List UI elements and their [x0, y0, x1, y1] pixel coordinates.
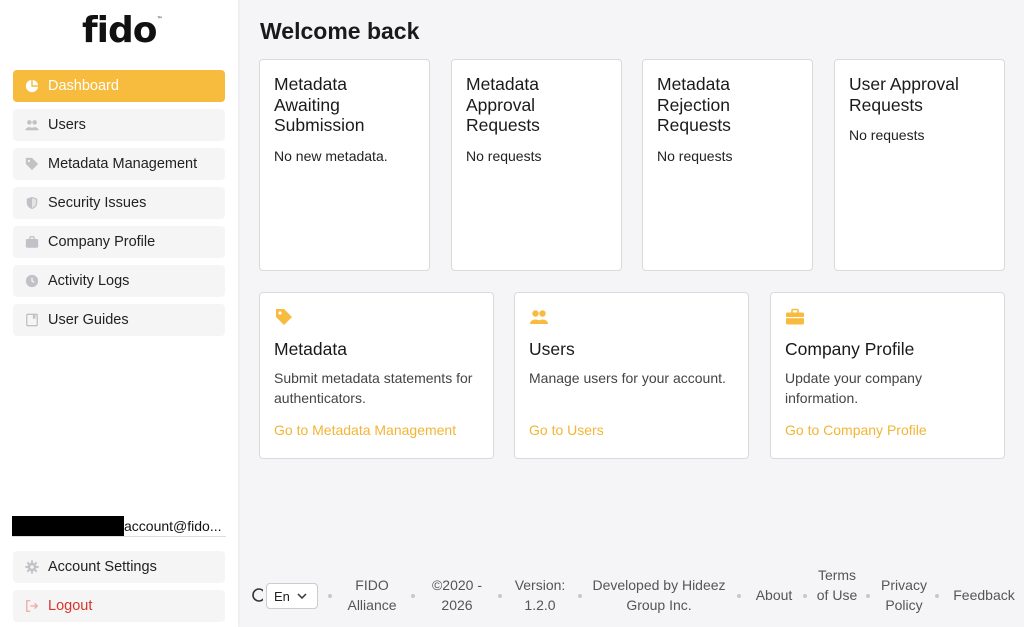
- card-status: No requests: [466, 147, 542, 164]
- user-email: account@fido...: [124, 517, 222, 534]
- page-title: Welcome back: [260, 18, 420, 44]
- sidebar-item-security-issues[interactable]: Security Issues: [13, 187, 225, 219]
- clock-icon: [24, 273, 40, 289]
- sidebar-item-label: Metadata Management: [48, 156, 198, 172]
- card-description: Manage users for your account.: [529, 370, 726, 386]
- users-feature-card: Users Manage users for your account. Go …: [514, 292, 749, 459]
- tag-icon: [24, 156, 40, 172]
- go-to-metadata-management-link[interactable]: Go to Metadata Management: [274, 422, 479, 438]
- privacy-policy-link[interactable]: Privacy Policy: [876, 575, 932, 615]
- logout-icon: [24, 598, 40, 614]
- developer-text: Developed by Hideez Group Inc.: [592, 577, 726, 613]
- card-description: Submit metadata statements for authentic…: [274, 370, 473, 406]
- card-title: Metadata Rejection Requests: [657, 74, 731, 135]
- separator-dot: [411, 594, 415, 598]
- separator-dot: [578, 594, 582, 598]
- user-account-row: account@fido...: [12, 515, 226, 537]
- card-description: Update your company information.: [785, 370, 922, 406]
- sidebar-item-label: User Guides: [48, 312, 129, 328]
- footer: En FIDO Alliance ©2020 - 2026 Version: 1…: [238, 565, 1024, 627]
- card-title: Metadata Awaiting Submission: [274, 74, 365, 135]
- card-title: Users: [529, 339, 575, 359]
- metadata-feature-card: Metadata Submit metadata statements for …: [259, 292, 494, 459]
- separator-dot: [866, 594, 870, 598]
- about-link[interactable]: About: [748, 585, 800, 605]
- go-to-company-profile-link[interactable]: Go to Company Profile: [785, 422, 990, 438]
- company-profile-feature-card: Company Profile Update your company info…: [770, 292, 1005, 459]
- copyright-text: ©2020 - 2026: [431, 577, 482, 613]
- card-status: No requests: [657, 147, 733, 164]
- card-title: User Approval Requests: [849, 74, 959, 115]
- sidebar-item-label: Users: [48, 117, 86, 133]
- separator-dot: [498, 594, 502, 598]
- chevron-down-icon: [297, 593, 307, 599]
- logout-button[interactable]: Logout: [13, 590, 225, 622]
- fido-logo[interactable]: fido™: [82, 10, 163, 51]
- separator-dot: [803, 594, 807, 598]
- fido-alliance-text: FIDO Alliance: [347, 577, 397, 613]
- separator-dot: [328, 594, 332, 598]
- main-content: Welcome back Metadata Awaiting Submissio…: [238, 0, 1024, 627]
- separator-dot: [935, 594, 939, 598]
- sidebar-item-user-guides[interactable]: User Guides: [13, 304, 225, 336]
- feedback-link[interactable]: Feedback: [946, 585, 1022, 605]
- language-select[interactable]: En: [266, 583, 318, 609]
- account-settings-button[interactable]: Account Settings: [13, 551, 225, 583]
- separator-dot: [737, 594, 741, 598]
- globe-icon: [251, 587, 263, 603]
- tag-icon: [274, 307, 294, 327]
- logout-label: Logout: [48, 598, 93, 614]
- sidebar-item-label: Company Profile: [48, 234, 156, 250]
- redacted-username: [12, 515, 124, 536]
- go-to-users-link[interactable]: Go to Users: [529, 422, 734, 438]
- card-status: No requests: [849, 127, 925, 143]
- card-title: Company Profile: [785, 339, 915, 359]
- account-settings-label: Account Settings: [48, 559, 157, 575]
- gear-icon: [24, 559, 40, 575]
- sidebar-item-users[interactable]: Users: [13, 109, 225, 141]
- users-icon: [24, 117, 40, 133]
- sidebar-item-dashboard[interactable]: Dashboard: [13, 70, 225, 102]
- users-icon: [529, 307, 549, 327]
- sidebar-item-metadata-management[interactable]: Metadata Management: [13, 148, 225, 180]
- briefcase-icon: [24, 234, 40, 250]
- book-icon: [24, 312, 40, 328]
- sidebar-item-company-profile[interactable]: Company Profile: [13, 226, 225, 258]
- terms-of-use-link[interactable]: Terms of Use: [813, 565, 861, 605]
- sidebar-item-label: Activity Logs: [48, 273, 130, 289]
- sidebar: fido™ Dashboard Users Metadata Managemen…: [0, 0, 238, 627]
- shield-icon: [24, 195, 40, 211]
- version-text: Version: 1.2.0: [514, 577, 566, 613]
- user-approval-card: User Approval Requests No requests: [834, 59, 1005, 271]
- language-value: En: [274, 588, 290, 604]
- metadata-rejection-card: Metadata Rejection Requests No requests: [642, 59, 813, 271]
- card-title: Metadata: [274, 339, 347, 359]
- sidebar-item-label: Security Issues: [48, 195, 147, 211]
- metadata-awaiting-card: Metadata Awaiting Submission No new meta…: [259, 59, 430, 271]
- sidebar-item-label: Dashboard: [48, 78, 119, 94]
- briefcase-icon: [785, 307, 805, 327]
- card-status: No new metadata.: [274, 147, 388, 164]
- sidebar-item-activity-logs[interactable]: Activity Logs: [13, 265, 225, 297]
- pie-chart-icon: [24, 78, 40, 94]
- card-title: Metadata Approval Requests: [466, 74, 540, 135]
- metadata-approval-card: Metadata Approval Requests No requests: [451, 59, 622, 271]
